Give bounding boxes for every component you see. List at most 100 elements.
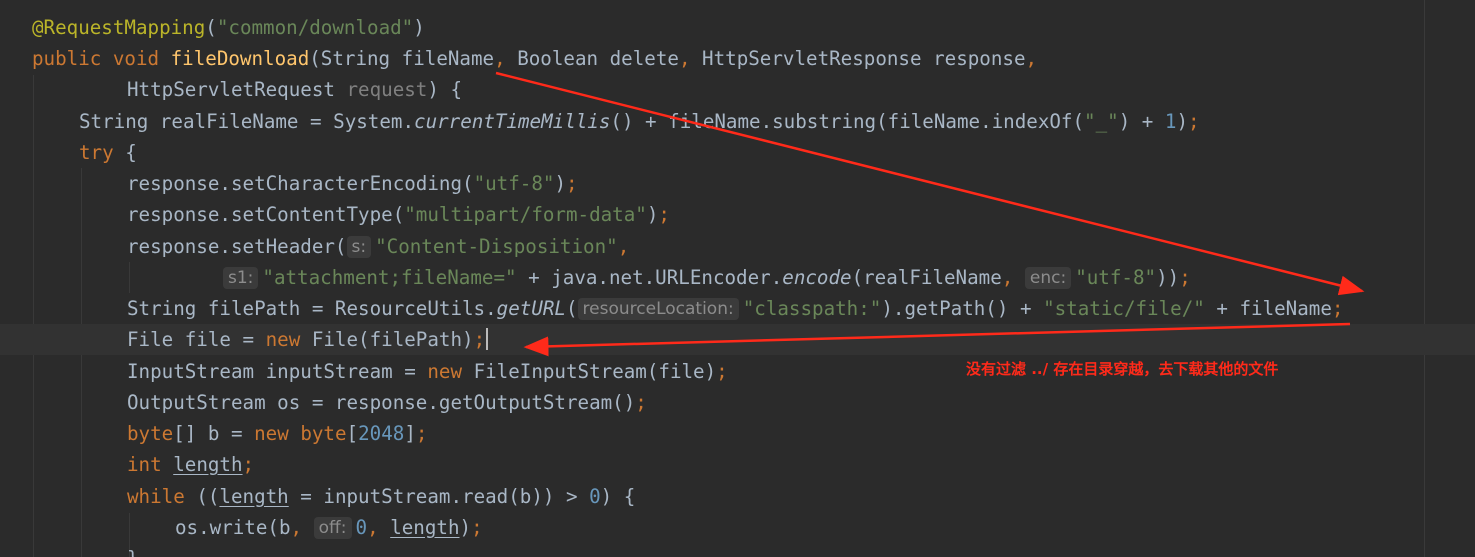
code-editor[interactable]: @RequestMapping("common/download") publi… (0, 0, 1475, 557)
variable-token: length (219, 485, 289, 508)
code-token: String filePath = ResourceUtils. (127, 297, 497, 320)
text-caret (486, 328, 489, 350)
semicolon-token: ; (1179, 266, 1191, 289)
variable-token: length (173, 453, 243, 476)
method-name: fileDownload (170, 47, 310, 70)
code-token: = inputStream.read(b)) > (288, 485, 590, 508)
code-line[interactable]: int length; (127, 449, 254, 480)
annotation-token: @RequestMapping (32, 16, 206, 39)
code-line[interactable]: response.setContentType("multipart/form-… (127, 199, 670, 230)
code-token: (String fileName (309, 47, 495, 70)
code-token: response.setCharacterEncoding( (127, 172, 474, 195)
parameter-hint: s1: (223, 267, 259, 289)
string-token: "multipart/form-data" (404, 203, 647, 226)
code-token: )) (1156, 266, 1180, 289)
string-token: "common/download" (216, 16, 414, 39)
code-token: ).getPath() + (881, 297, 1044, 320)
code-token: (( (184, 485, 220, 508)
semicolon-token: ; (658, 203, 670, 226)
code-token: InputStream inputStream = (127, 360, 428, 383)
code-line[interactable]: byte[] b = new byte[2048]; (127, 418, 427, 449)
parameter-hint: off: (313, 517, 352, 539)
string-token: "attachment;fileName=" (262, 266, 517, 289)
code-line[interactable]: String realFileName = System.currentTime… (79, 106, 1200, 137)
comma-token: , (1001, 266, 1014, 289)
string-token: "Content-Disposition" (375, 235, 618, 258)
right-margin-guide (1424, 0, 1425, 557)
semicolon-token: ; (242, 453, 255, 476)
semicolon-token: ; (415, 422, 428, 445)
code-token: ] (404, 422, 416, 445)
code-line[interactable]: while ((length = inputStream.read(b)) > … (127, 481, 635, 512)
code-token: { (113, 141, 137, 164)
code-line[interactable]: File file = new File(filePath); (127, 324, 489, 355)
keyword-token: new (265, 328, 301, 351)
number-token: 1 (1164, 110, 1177, 133)
code-line[interactable]: try { (79, 137, 137, 168)
code-token: ) (1176, 110, 1189, 133)
code-line[interactable]: @RequestMapping("common/download") (32, 12, 425, 43)
code-token: ) (646, 203, 659, 226)
code-token: response.setHeader( (127, 235, 347, 258)
keyword-token: try (79, 141, 114, 164)
code-token: ) { (600, 485, 636, 508)
code-line[interactable]: String filePath = ResourceUtils.getURL(r… (127, 293, 1343, 324)
keyword-token: byte (127, 422, 174, 445)
static-method-token: currentTimeMillis (414, 110, 611, 133)
keyword-token: new (254, 422, 289, 445)
comma-token: , (290, 516, 303, 539)
static-method-token: getURL (496, 297, 566, 320)
number-token: 0 (589, 485, 601, 508)
code-token: ) (554, 172, 566, 195)
code-token: Boolean delete (505, 47, 679, 70)
code-token: ( (565, 297, 578, 320)
code-line[interactable]: s1: "attachment;fileName=" + java.net.URL… (223, 262, 1191, 293)
comma-token: , (494, 47, 506, 70)
string-token: "_" (1084, 110, 1119, 133)
code-line[interactable]: public void fileDownload(String fileName… (32, 43, 1037, 74)
code-token: File file = (127, 328, 266, 351)
indent-guide (33, 75, 34, 557)
code-token: HttpServletResponse response (690, 47, 1026, 70)
code-token: FileInputStream(file) (462, 360, 717, 383)
string-token: "utf-8" (473, 172, 555, 195)
annotation-note: 没有过滤 ../ 存在目录穿越，去下载其他的文件 (966, 360, 1279, 378)
code-token: File(filePath) (300, 328, 474, 351)
parameter-hint: enc: (1024, 267, 1072, 289)
number-token: 0 (355, 516, 368, 539)
code-line[interactable]: } (127, 543, 139, 557)
semicolon-token: ; (716, 360, 728, 383)
keyword-token: new (427, 360, 463, 383)
semicolon-token: ; (566, 172, 578, 195)
parameter-hint: s: (346, 236, 372, 258)
comma-token: , (617, 235, 630, 258)
code-token: () + fileName.substring(fileName.indexOf… (610, 110, 1085, 133)
static-method-token: encode (782, 266, 852, 289)
code-token: [ (346, 422, 359, 445)
string-token: "utf-8" (1075, 266, 1157, 289)
code-line[interactable]: OutputStream os = response.getOutputStre… (127, 387, 647, 418)
comma-token: , (367, 516, 379, 539)
code-line[interactable]: os.write(b, off: 0, length); (175, 512, 483, 543)
semicolon-token: ; (473, 328, 486, 351)
code-token: (realFileName (851, 266, 1002, 289)
code-token: } (127, 547, 139, 557)
code-token: OutputStream os = response.getOutputStre… (127, 391, 636, 414)
code-line[interactable]: InputStream inputStream = new FileInputS… (127, 356, 728, 387)
number-token: 2048 (358, 422, 405, 445)
code-line[interactable]: HttpServletRequest request) { (127, 74, 462, 105)
unused-param-token: request (346, 78, 428, 101)
string-token: "classpath:" (742, 297, 882, 320)
semicolon-token: ; (1331, 297, 1344, 320)
variable-token: length (390, 516, 460, 539)
keyword-token: public void (32, 47, 171, 70)
code-line[interactable]: response.setCharacterEncoding("utf-8"); (127, 168, 578, 199)
code-token: ) (459, 516, 472, 539)
code-token: String realFileName = System. (79, 110, 415, 133)
code-line[interactable]: response.setHeader(s: "Content-Dispositio… (127, 231, 629, 262)
code-token: response.setContentType( (127, 203, 405, 226)
indent-guide (81, 168, 82, 557)
